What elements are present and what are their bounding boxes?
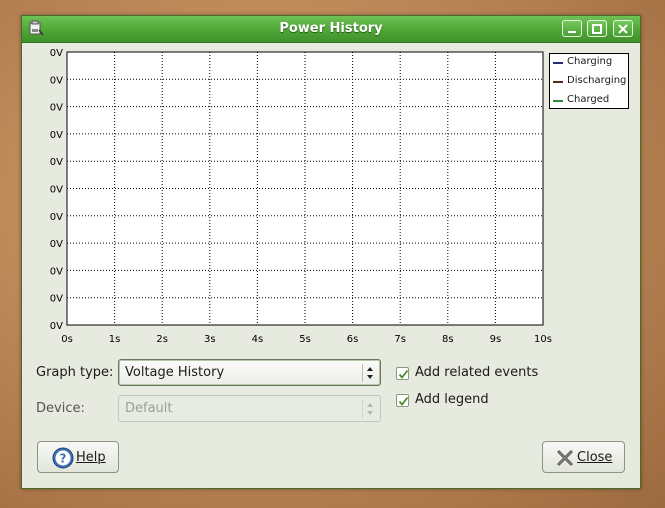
x-tick-label: 5s — [299, 334, 311, 345]
legend-swatch — [553, 62, 563, 64]
y-tick-label: 0V — [50, 130, 63, 141]
checkmark-icon — [398, 396, 409, 406]
svg-text:?: ? — [60, 452, 67, 466]
y-tick-label: 0V — [50, 75, 63, 86]
y-tick-label: 0V — [50, 157, 63, 168]
x-tick-label: 4s — [252, 334, 264, 345]
x-tick-label: 6s — [347, 334, 359, 345]
add-legend-label[interactable]: Add legend — [415, 392, 489, 407]
y-tick-label: 0V — [50, 266, 63, 277]
add-related-events-label[interactable]: Add related events — [415, 365, 538, 380]
x-tick-label: 3s — [204, 334, 216, 345]
y-tick-label: 0V — [50, 321, 63, 332]
title-bar[interactable]: Power History — [22, 16, 640, 43]
help-button[interactable]: ? Help — [37, 441, 119, 473]
x-tick-label: 2s — [156, 334, 168, 345]
graph-type-combo[interactable]: Voltage History — [118, 359, 381, 386]
window-title: Power History — [279, 21, 383, 36]
checkmark-icon — [398, 369, 409, 379]
help-button-label: Help — [76, 450, 106, 465]
legend-label: Charging — [567, 56, 613, 67]
device-combo[interactable]: Default — [118, 395, 381, 422]
add-legend-checkbox[interactable] — [396, 394, 409, 407]
y-tick-label: 0V — [50, 48, 63, 59]
device-label: Device: — [36, 401, 85, 416]
y-tick-label: 0V — [50, 103, 63, 114]
maximize-icon — [592, 24, 602, 34]
graph-type-value: Voltage History — [125, 365, 225, 380]
legend-swatch — [553, 100, 563, 102]
graph-type-label: Graph type: — [36, 365, 114, 380]
y-tick-label: 0V — [50, 212, 63, 223]
combo-arrows-icon — [362, 400, 377, 418]
minimize-icon — [568, 31, 576, 33]
maximize-button[interactable] — [587, 20, 607, 37]
add-related-events-checkbox[interactable] — [396, 367, 409, 380]
x-tick-label: 1s — [109, 334, 121, 345]
legend-label: Charged — [567, 94, 610, 105]
close-x-icon — [557, 450, 573, 466]
device-value: Default — [125, 401, 173, 416]
close-button-label: Close — [577, 450, 613, 465]
x-tick-label: 0s — [61, 334, 73, 345]
y-tick-label: 0V — [50, 185, 63, 196]
combo-arrows-icon — [362, 364, 377, 382]
power-history-window: Power History 0s 1s 2s 3s 4s 5s 6s 7s 8s 9s 10s 0V 0… — [21, 15, 641, 489]
x-tick-label: 9s — [490, 334, 502, 345]
x-tick-label: 7s — [394, 334, 406, 345]
close-button[interactable]: Close — [542, 441, 625, 473]
legend-label: Discharging — [567, 75, 627, 86]
x-tick-label: 10s — [534, 334, 552, 345]
minimize-button[interactable] — [562, 20, 582, 37]
y-tick-label: 0V — [50, 239, 63, 250]
close-icon — [618, 24, 628, 34]
help-icon: ? — [52, 447, 74, 469]
y-tick-label: 0V — [50, 294, 63, 305]
close-window-button[interactable] — [613, 20, 633, 37]
chart-legend: Charging Discharging Charged — [549, 53, 629, 109]
x-tick-label: 8s — [442, 334, 454, 345]
legend-swatch — [553, 81, 563, 83]
